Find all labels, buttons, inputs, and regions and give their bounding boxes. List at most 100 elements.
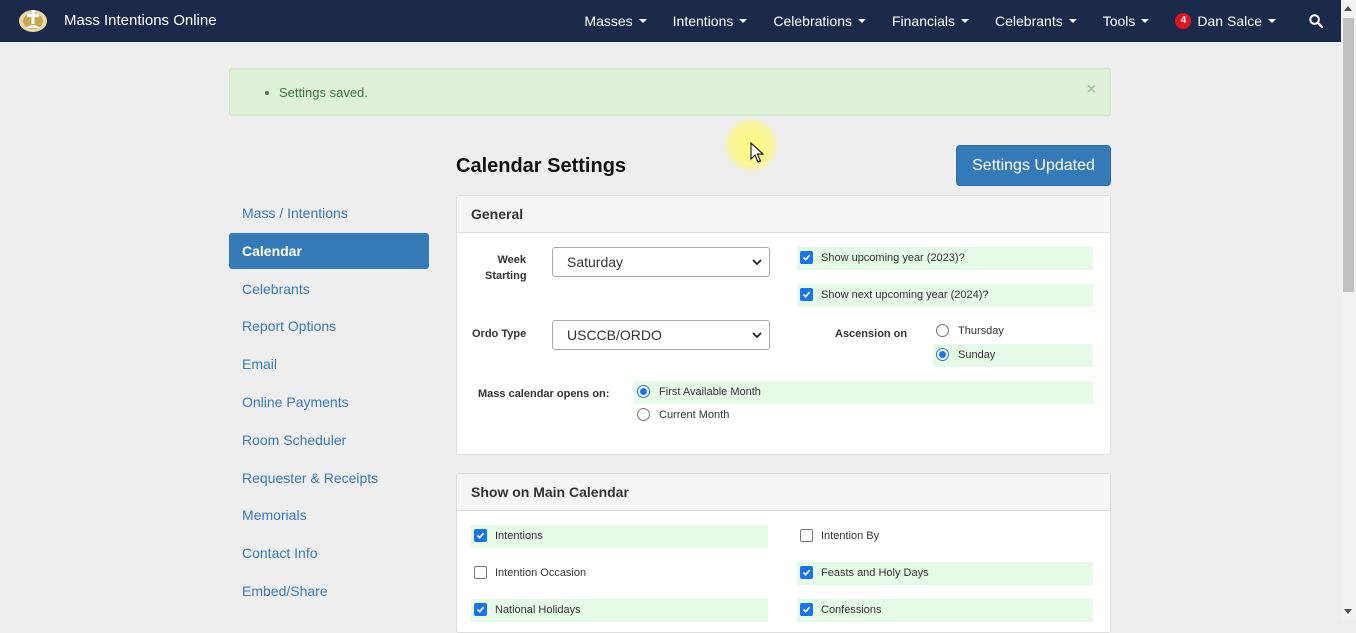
week-starting-label: Week Starting [485, 254, 527, 282]
sidebar-item-memorials[interactable]: Memorials [229, 497, 429, 533]
nav-menu: Masses Intentions Celebrations Financial… [571, 0, 1341, 42]
page-title: Calendar Settings [456, 155, 627, 177]
week-starting-select[interactable]: Saturday [552, 247, 770, 277]
sidebar-item-embed-share[interactable]: Embed/Share [229, 573, 429, 609]
checkbox-checked-icon[interactable] [474, 529, 487, 542]
sidebar-item-online-payments[interactable]: Online Payments [229, 384, 429, 420]
scroll-thumb[interactable] [1343, 18, 1354, 292]
sidebar-item-label: Calendar [242, 242, 302, 259]
nav-search-button[interactable] [1289, 0, 1341, 42]
main-calendar-panel-heading: Show on Main Calendar [457, 474, 1110, 511]
option-label: First Available Month [659, 385, 761, 398]
ordo-type-value: USCCB/ORDO [567, 327, 662, 343]
radio-unselected-icon[interactable] [637, 408, 650, 421]
scroll-up-icon[interactable] [1344, 6, 1352, 11]
first-available-month-option[interactable]: First Available Month [637, 385, 761, 398]
checkbox-checked-icon[interactable] [800, 251, 813, 264]
option-label: Intentions [495, 529, 543, 542]
sidebar-item-celebrants[interactable]: Celebrants [229, 271, 429, 307]
sidebar-item-label: Room Scheduler [242, 431, 347, 448]
show-next-upcoming-year-option[interactable]: Show next upcoming year (2024)? [800, 288, 989, 301]
week-starting-label-line1: Week [497, 254, 527, 266]
success-alert: Settings saved. × [229, 68, 1111, 116]
checkbox-checked-icon[interactable] [800, 603, 813, 616]
search-icon [1309, 14, 1323, 28]
option-label: Feasts and Holy Days [821, 566, 929, 579]
sidebar-item-label: Mass / Intentions [242, 205, 348, 221]
sidebar-item-label: Celebrants [242, 280, 310, 297]
caret-down-icon [961, 19, 970, 23]
user-name: Dan Salce [1197, 13, 1262, 29]
close-icon[interactable]: × [1087, 81, 1096, 99]
checkbox-unchecked-icon[interactable] [800, 529, 813, 542]
radio-selected-icon[interactable] [936, 348, 949, 361]
main-calendar-panel: Show on Main Calendar Intentions Intenti… [456, 473, 1111, 633]
nav-celebrants[interactable]: Celebrants [982, 0, 1090, 42]
sidebar-item-label: Email [242, 356, 278, 373]
current-month-option[interactable]: Current Month [637, 408, 729, 421]
nav-masses[interactable]: Masses [571, 0, 659, 42]
nav-user-menu[interactable]: 4 Dan Salce [1162, 0, 1289, 42]
checkbox-checked-icon[interactable] [800, 566, 813, 579]
sidebar-item-email[interactable]: Email [229, 346, 429, 382]
confessions-option[interactable]: Confessions [800, 603, 882, 616]
option-label: Thursday [958, 324, 1004, 337]
church-logo-icon[interactable] [18, 4, 48, 34]
scroll-down-icon[interactable] [1344, 609, 1352, 614]
nav-label: Celebrants [995, 13, 1063, 29]
option-label: Sunday [958, 348, 996, 361]
option-label: Show next upcoming year (2024)? [821, 288, 989, 301]
sidebar-item-label: Memorials [242, 507, 307, 524]
chevron-down-icon [752, 259, 762, 266]
nav-tools[interactable]: Tools [1090, 0, 1163, 42]
sidebar-item-label: Embed/Share [242, 582, 328, 599]
option-label: Show upcoming year (2023)? [821, 251, 965, 264]
nav-label: Financials [891, 13, 956, 29]
ordo-type-select[interactable]: USCCB/ORDO [552, 320, 770, 350]
option-label: Confessions [821, 603, 882, 616]
ascension-thursday-option[interactable]: Thursday [936, 324, 1004, 337]
radio-unselected-icon[interactable] [936, 324, 949, 337]
sidebar-item-requester-receipts[interactable]: Requester & Receipts [229, 460, 429, 496]
brand-name[interactable]: Mass Intentions Online [64, 12, 217, 29]
nav-label: Tools [1102, 13, 1136, 29]
caret-down-icon [1141, 19, 1150, 23]
checkbox-checked-icon[interactable] [474, 603, 487, 616]
intentions-option[interactable]: Intentions [474, 529, 543, 542]
caret-down-icon [1068, 19, 1077, 23]
sidebar-item-label: Online Payments [242, 393, 349, 410]
sidebar-item-contact-info[interactable]: Contact Info [229, 535, 429, 571]
week-starting-label-line2: Starting [485, 270, 527, 282]
sidebar-item-calendar[interactable]: Calendar [229, 232, 429, 269]
sidebar-item-room-scheduler[interactable]: Room Scheduler [229, 422, 429, 458]
sidebar-item-label: Report Options [242, 318, 337, 335]
bullet-icon [265, 91, 269, 95]
sidebar-item-report-options[interactable]: Report Options [229, 308, 429, 344]
intention-occasion-option[interactable]: Intention Occasion [474, 566, 586, 579]
feasts-holy-days-option[interactable]: Feasts and Holy Days [800, 566, 929, 579]
mouse-cursor-icon [750, 142, 764, 163]
show-upcoming-year-option[interactable]: Show upcoming year (2023)? [800, 251, 965, 264]
page-scrollbar[interactable] [1341, 0, 1356, 620]
general-panel-heading: General [457, 196, 1110, 233]
intention-by-option[interactable]: Intention By [800, 529, 879, 542]
checkbox-checked-icon[interactable] [800, 288, 813, 301]
nav-celebrations[interactable]: Celebrations [760, 0, 879, 42]
checkbox-unchecked-icon[interactable] [474, 566, 487, 579]
sidebar-item-label: Contact Info [242, 545, 318, 562]
nav-label: Celebrations [773, 13, 852, 29]
option-label: Current Month [659, 408, 730, 421]
sidebar-item-mass-intentions[interactable]: Mass / Intentions [229, 195, 429, 231]
settings-updated-button[interactable]: Settings Updated [956, 145, 1111, 186]
national-holidays-option[interactable]: National Holidays [474, 603, 581, 616]
caret-down-icon [638, 19, 647, 23]
option-label: National Holidays [495, 603, 581, 616]
nav-financials[interactable]: Financials [879, 0, 982, 42]
mass-calendar-opens-label: Mass calendar opens on: [478, 388, 610, 400]
radio-selected-icon[interactable] [637, 385, 650, 398]
caret-down-icon [1268, 19, 1276, 23]
ascension-sunday-option[interactable]: Sunday [936, 348, 995, 361]
general-panel: General Week Starting Saturday Ordo Type… [456, 195, 1111, 455]
chevron-down-icon [752, 332, 762, 339]
nav-intentions[interactable]: Intentions [660, 0, 761, 42]
